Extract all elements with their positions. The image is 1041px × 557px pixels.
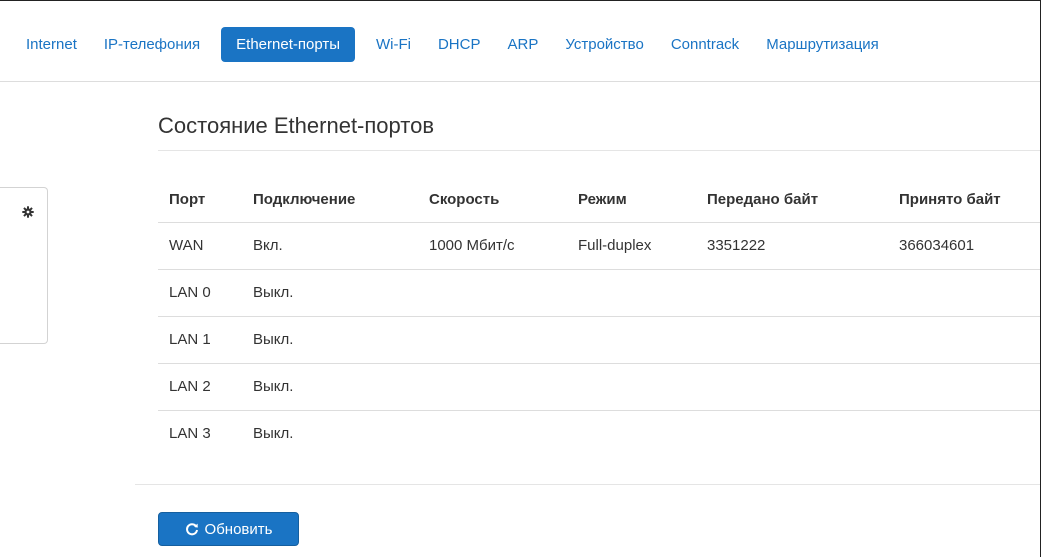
- tab-routing[interactable]: Маршрутизация: [757, 27, 888, 62]
- cell-connection: Выкл.: [242, 269, 418, 317]
- cell-connection: Выкл.: [242, 316, 418, 364]
- ethernet-ports-table: Порт Подключение Скорость Режим Передано…: [158, 178, 1041, 457]
- column-header-port: Порт: [158, 178, 242, 223]
- cell-mode: [567, 316, 696, 364]
- tab-ip-telephony[interactable]: IP-телефония: [95, 27, 209, 62]
- cell-bytes-received: 366034601: [888, 222, 1041, 270]
- cell-bytes-sent: 3351222: [696, 222, 888, 270]
- cell-port: WAN: [158, 222, 242, 270]
- cell-speed: [418, 410, 567, 457]
- tab-ethernet-ports[interactable]: Ethernet-порты: [221, 26, 355, 62]
- tab-wifi[interactable]: Wi-Fi: [367, 27, 420, 62]
- cell-bytes-sent: [696, 316, 888, 364]
- cell-speed: [418, 363, 567, 411]
- cell-port: LAN 1: [158, 316, 242, 364]
- table-row: LAN 1 Выкл.: [158, 316, 1041, 364]
- cell-connection: Выкл.: [242, 363, 418, 411]
- column-header-bytes-received: Принято байт: [888, 178, 1041, 223]
- cell-speed: 1000 Мбит/с: [418, 222, 567, 270]
- tab-dhcp[interactable]: DHCP: [429, 27, 490, 62]
- refresh-icon: [185, 523, 198, 536]
- tab-internet[interactable]: Internet: [17, 27, 86, 62]
- cell-bytes-received: [888, 363, 1041, 411]
- column-header-connection: Подключение: [242, 178, 418, 223]
- top-navigation: Internet IP-телефония Ethernet-порты Wi-…: [0, 0, 1041, 82]
- tab-device[interactable]: Устройство: [556, 27, 652, 62]
- cell-speed: [418, 269, 567, 317]
- cell-connection: Выкл.: [253, 425, 294, 443]
- tab-conntrack[interactable]: Conntrack: [662, 27, 748, 62]
- cell-mode: Full-duplex: [567, 222, 696, 270]
- column-header-speed: Скорость: [418, 178, 567, 223]
- cell-mode: [567, 410, 696, 457]
- refresh-button-label: Обновить: [204, 520, 273, 538]
- gear-icon[interactable]: [22, 206, 34, 218]
- refresh-button[interactable]: Обновить: [158, 512, 299, 546]
- cell-mode: [567, 269, 696, 317]
- table-row: LAN 0 Выкл.: [158, 269, 1041, 317]
- nav-tabs: Internet IP-телефония Ethernet-порты Wi-…: [17, 26, 897, 62]
- cell-mode: [567, 363, 696, 411]
- cell-bytes-received: [888, 316, 1041, 364]
- cell-bytes-received: [888, 269, 1041, 317]
- cell-bytes-sent: [696, 410, 888, 457]
- cell-bytes-sent: [696, 363, 888, 411]
- title-divider: [158, 150, 1041, 151]
- form-divider: [135, 484, 1041, 485]
- page-title: Состояние Ethernet-портов: [158, 113, 435, 138]
- table-row: LAN 3 Выкл.: [158, 410, 1041, 457]
- table-row: LAN 2 Выкл.: [158, 363, 1041, 411]
- column-header-bytes-sent: Передано байт: [696, 178, 888, 223]
- cell-port: LAN 2: [158, 363, 242, 411]
- column-header-mode: Режим: [567, 178, 696, 223]
- cell-bytes-received: [888, 410, 1041, 457]
- table-header-row: Порт Подключение Скорость Режим Передано…: [158, 178, 1041, 223]
- cell-port: LAN 3: [169, 425, 211, 443]
- cell-bytes-sent: [696, 269, 888, 317]
- table-row: WAN Вкл. 1000 Мбит/с Full-duplex 3351222…: [158, 222, 1041, 270]
- tab-arp[interactable]: ARP: [498, 27, 547, 62]
- cell-speed: [418, 316, 567, 364]
- cell-port: LAN 0: [158, 269, 242, 317]
- cell-connection: Вкл.: [242, 222, 418, 270]
